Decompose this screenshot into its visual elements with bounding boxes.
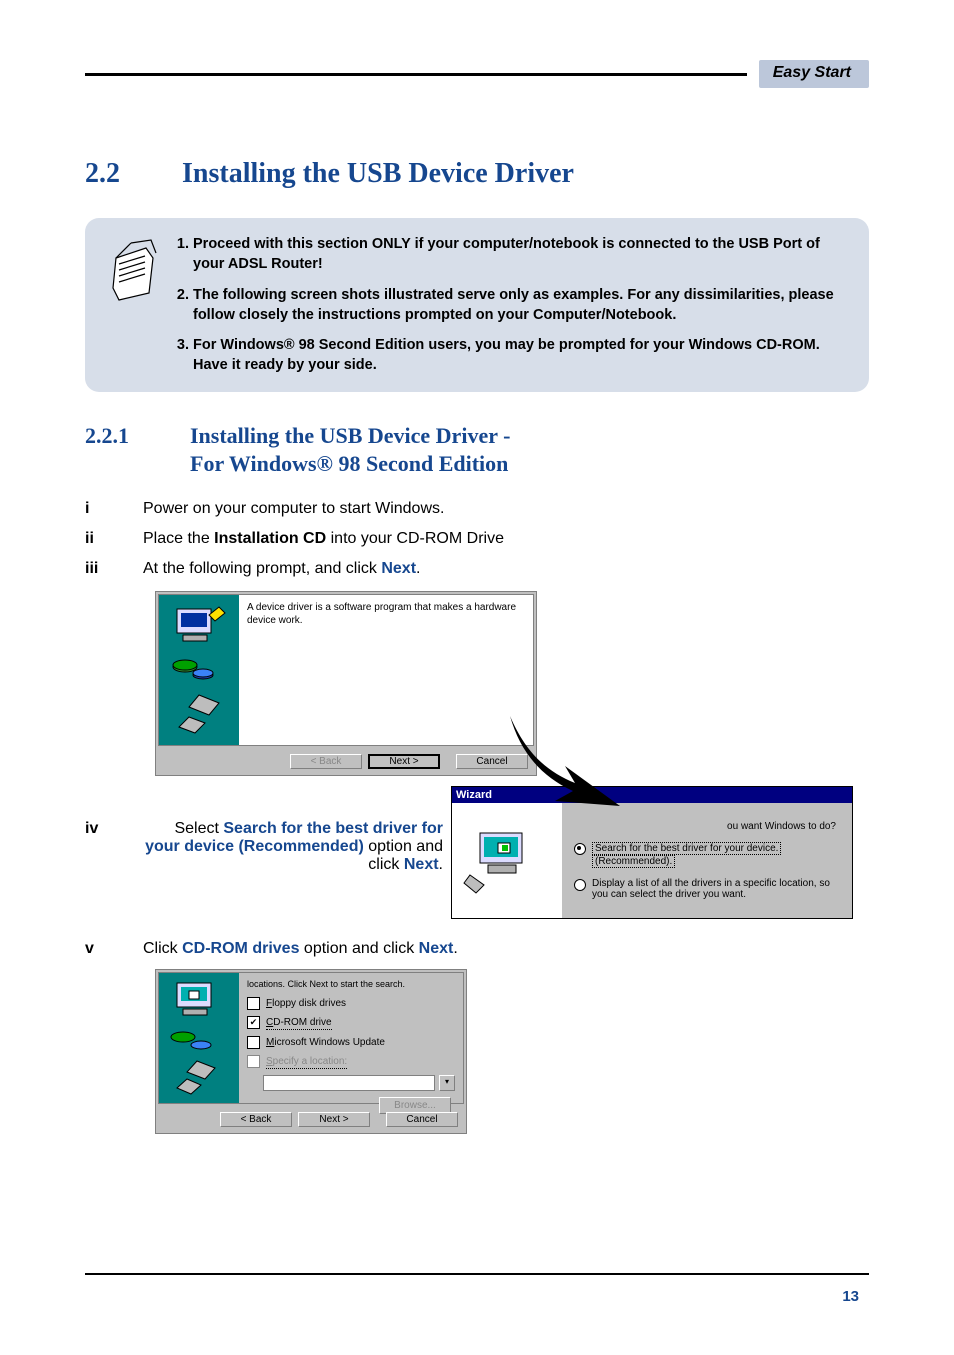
back-button[interactable]: < Back: [290, 754, 362, 769]
wizard2-side-art: [452, 803, 562, 918]
callout-item: Proceed with this section ONLY if your c…: [193, 234, 849, 275]
text: Select: [174, 820, 223, 837]
section-number: 2.2: [85, 158, 175, 190]
step-iv-row: iv Select Search for the best driver for…: [85, 786, 869, 919]
option-label: Display a list of all the drivers in a s…: [592, 878, 840, 900]
option-label: (Recommended).: [592, 855, 675, 868]
text: into your CD-ROM Drive: [326, 530, 504, 547]
cancel-button[interactable]: Cancel: [386, 1112, 458, 1127]
highlight: Next: [381, 560, 416, 577]
highlight: Next: [419, 940, 454, 957]
checkbox-msupdate[interactable]: Microsoft Windows Update: [247, 1036, 455, 1049]
text: Place the: [143, 530, 214, 547]
step-body: At the following prompt, and click Next.: [143, 557, 869, 581]
wizard2-option-recommended[interactable]: Search for the best driver for your devi…: [574, 842, 840, 868]
subsection-number: 2.2.1: [85, 422, 190, 479]
checkbox-icon: [247, 1036, 260, 1049]
wizard3-top-text: locations. Click Next to start the searc…: [247, 979, 455, 991]
notes-icon: [95, 234, 167, 376]
callout-list: Proceed with this section ONLY if your c…: [167, 234, 849, 376]
step-i: i Power on your computer to start Window…: [85, 497, 869, 521]
header-chip: Easy Start: [759, 60, 869, 88]
step-iii: iii At the following prompt, and click N…: [85, 557, 869, 581]
text: option and click: [299, 940, 418, 957]
arrow-icon: [505, 711, 625, 811]
callout-item: For Windows® 98 Second Edition users, yo…: [193, 335, 849, 376]
wizard-screenshot-area: A device driver is a software program th…: [155, 591, 869, 776]
wizard1-buttons: < Back Next > Cancel: [156, 748, 536, 775]
callout-notes: Proceed with this section ONLY if your c…: [85, 218, 869, 392]
wizard1-text: A device driver is a software program th…: [239, 595, 533, 745]
next-button[interactable]: Next >: [368, 754, 440, 769]
step-body: Click CD-ROM drives option and click Nex…: [143, 937, 869, 961]
text: At the following prompt, and click: [143, 560, 381, 577]
subsection-title-line1: Installing the USB Device Driver -: [190, 423, 510, 448]
dropdown-icon[interactable]: ▾: [439, 1075, 455, 1091]
footer-rule: [85, 1273, 869, 1275]
step-body: Place the Installation CD into your CD-R…: [143, 527, 869, 551]
step-ii: ii Place the Installation CD into your C…: [85, 527, 869, 551]
text: .: [453, 940, 457, 957]
steps-list: i Power on your computer to start Window…: [85, 497, 869, 581]
wizard2-option-list[interactable]: Display a list of all the drivers in a s…: [574, 878, 840, 900]
steps-list-2: v Click CD-ROM drives option and click N…: [85, 937, 869, 961]
text: Click: [143, 940, 182, 957]
step-marker: iv: [85, 786, 143, 838]
checkbox-cdrom[interactable]: ✔ CD-ROM drive: [247, 1016, 455, 1030]
step-iv-body: Select Search for the best driver for yo…: [143, 786, 443, 874]
step-marker: ii: [85, 527, 143, 551]
checkbox-floppy[interactable]: Floppy disk drives: [247, 997, 455, 1010]
wizard-side-art: [159, 595, 239, 745]
header-rule: Easy Start: [85, 60, 869, 88]
option-label: Search for the best driver for your devi…: [592, 842, 781, 855]
location-input-row: ▾: [263, 1075, 455, 1091]
step-marker: iii: [85, 557, 143, 581]
checkbox-icon: [247, 1055, 260, 1068]
radio-icon: [574, 843, 586, 855]
step-marker: i: [85, 497, 143, 521]
next-button[interactable]: Next >: [298, 1112, 370, 1127]
text: .: [439, 856, 443, 873]
back-button[interactable]: < Back: [220, 1112, 292, 1127]
step-v: v Click CD-ROM drives option and click N…: [85, 937, 869, 961]
highlight: CD-ROM drives: [182, 940, 299, 957]
location-input[interactable]: [263, 1075, 435, 1091]
checkbox-icon: [247, 997, 260, 1010]
rule-line: [85, 73, 747, 76]
page-number: 13: [842, 1288, 859, 1305]
subsection-title: 2.2.1 Installing the USB Device Driver -…: [85, 422, 869, 479]
checkbox-specify[interactable]: Specify a location:: [247, 1055, 455, 1069]
callout-item: The following screen shots illustrated s…: [193, 285, 849, 326]
section-title-text: Installing the USB Device Driver: [182, 158, 574, 189]
wizard2-prompt: ou want Windows to do?: [574, 821, 840, 832]
wizard1: A device driver is a software program th…: [155, 591, 537, 776]
radio-icon: [574, 879, 586, 891]
step-body: Power on your computer to start Windows.: [143, 497, 869, 521]
wizard-side-art: [159, 973, 239, 1103]
wizard3: locations. Click Next to start the searc…: [155, 969, 467, 1134]
section-title: 2.2 Installing the USB Device Driver: [85, 158, 869, 190]
highlight: Next: [404, 856, 439, 873]
wizard2-main: ou want Windows to do? Search for the be…: [562, 803, 852, 918]
subsection-title-line2: For Windows® 98 Second Edition: [190, 451, 508, 476]
checkbox-icon: ✔: [247, 1016, 260, 1029]
step-marker: v: [85, 937, 143, 961]
text: .: [416, 560, 420, 577]
wizard3-main: locations. Click Next to start the searc…: [239, 973, 463, 1103]
bold-text: Installation CD: [214, 530, 326, 547]
